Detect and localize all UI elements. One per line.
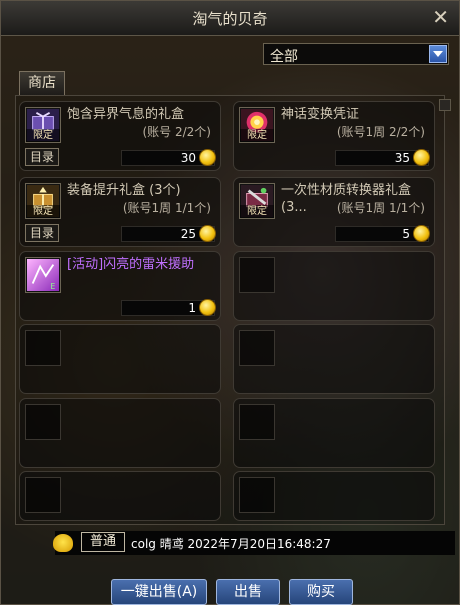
category-filter-dropdown[interactable]: 全部 — [263, 43, 449, 65]
item-slot — [25, 330, 61, 366]
price-value: 25 — [180, 227, 196, 241]
price-value: 30 — [180, 151, 196, 165]
item-name: [活动]闪亮的雷米援助 — [67, 257, 195, 272]
item-slot — [239, 404, 275, 440]
shop-item[interactable]: 限定 装备提升礼盒 (3个) (账号1周 1/1个) 目录 25 — [19, 177, 221, 247]
limited-badge: 限定 — [26, 205, 60, 218]
empty-item-slot — [233, 471, 435, 521]
chevron-down-icon[interactable] — [429, 45, 447, 63]
title-bar[interactable]: 淘气的贝奇 ✕ — [1, 1, 459, 36]
item-name: 神话变换凭证 — [281, 107, 360, 122]
item-name: 装备提升礼盒 (3个) — [67, 183, 181, 198]
item-slot[interactable]: E — [25, 257, 61, 293]
price-value: 35 — [394, 151, 410, 165]
price-box: 5 — [335, 225, 430, 242]
price-box: 35 — [335, 149, 430, 166]
empty-item-slot — [19, 398, 221, 468]
sell-button[interactable]: 出售 — [216, 579, 280, 605]
scroll-up-button[interactable] — [439, 99, 451, 111]
empty-item-slot — [19, 471, 221, 521]
catalog-button[interactable]: 目录 — [25, 224, 59, 242]
empty-item-slot — [233, 398, 435, 468]
item-slot — [25, 477, 61, 513]
sell-all-button[interactable]: 一键出售(A) — [111, 579, 207, 605]
shop-item[interactable]: 限定 一次性材质转换器礼盒 (3... (账号1周 1/1个) 5 — [233, 177, 435, 247]
shop-item[interactable]: 限定 饱含异界气息的礼盒 (账号 2/2个) 目录 30 — [19, 101, 221, 171]
item-slot — [239, 477, 275, 513]
empty-item-slot — [233, 324, 435, 394]
shop-item[interactable]: E [活动]闪亮的雷米援助 1 — [19, 251, 221, 321]
coin-icon — [199, 149, 216, 166]
emoji-icon[interactable] — [53, 534, 73, 552]
empty-item-slot — [19, 324, 221, 394]
item-slot[interactable]: 限定 — [25, 107, 61, 143]
scrollbar[interactable] — [439, 99, 451, 519]
shop-window: 淘气的贝奇 ✕ 全部 商店 限定 饱含异界气息的礼盒 (账号 2/2个) 目录 … — [0, 0, 460, 605]
price-box: 25 — [121, 225, 216, 242]
catalog-button[interactable]: 目录 — [25, 148, 59, 166]
item-slot[interactable]: 限定 — [239, 183, 275, 219]
tab-shop[interactable]: 商店 — [19, 71, 65, 95]
price-box: 30 — [121, 149, 216, 166]
item-name: 饱含异界气息的礼盒 — [67, 107, 185, 122]
coin-icon — [199, 225, 216, 242]
purchase-limit: (账号1周 1/1个) — [336, 201, 425, 215]
item-slot — [239, 330, 275, 366]
price-value: 1 — [188, 301, 196, 315]
shop-item[interactable]: 限定 神话变换凭证 (账号1周 2/2个) 35 — [233, 101, 435, 171]
price-box: 1 — [121, 299, 216, 316]
limited-badge: 限定 — [26, 129, 60, 142]
empty-item-slot — [233, 251, 435, 321]
chat-message-text: colg 晴鸢 2022年7月20日16:48:27 — [131, 537, 331, 551]
purchase-limit: (账号1周 2/2个) — [336, 125, 425, 139]
chat-message-line[interactable]: 普通 colg 晴鸢 2022年7月20日16:48:27 — [53, 531, 455, 555]
coin-icon — [413, 149, 430, 166]
buy-button[interactable]: 购买 — [289, 579, 353, 605]
limited-badge: 限定 — [240, 129, 274, 142]
coin-icon — [199, 299, 216, 316]
filter-selected-value: 全部 — [270, 49, 298, 65]
chat-channel-badge[interactable]: 普通 — [81, 532, 125, 552]
close-icon[interactable]: ✕ — [432, 5, 449, 29]
item-slot — [25, 404, 61, 440]
remi-aid-icon: E — [27, 259, 59, 291]
purchase-limit: (账号1周 1/1个) — [122, 201, 211, 215]
item-slot — [239, 257, 275, 293]
window-title: 淘气的贝奇 — [192, 10, 268, 28]
item-slot[interactable]: 限定 — [239, 107, 275, 143]
purchase-limit: (账号 2/2个) — [142, 125, 212, 139]
coin-icon — [413, 225, 430, 242]
item-slot[interactable]: 限定 — [25, 183, 61, 219]
limited-badge: 限定 — [240, 205, 274, 218]
price-value: 5 — [402, 227, 410, 241]
svg-text:E: E — [51, 282, 56, 291]
